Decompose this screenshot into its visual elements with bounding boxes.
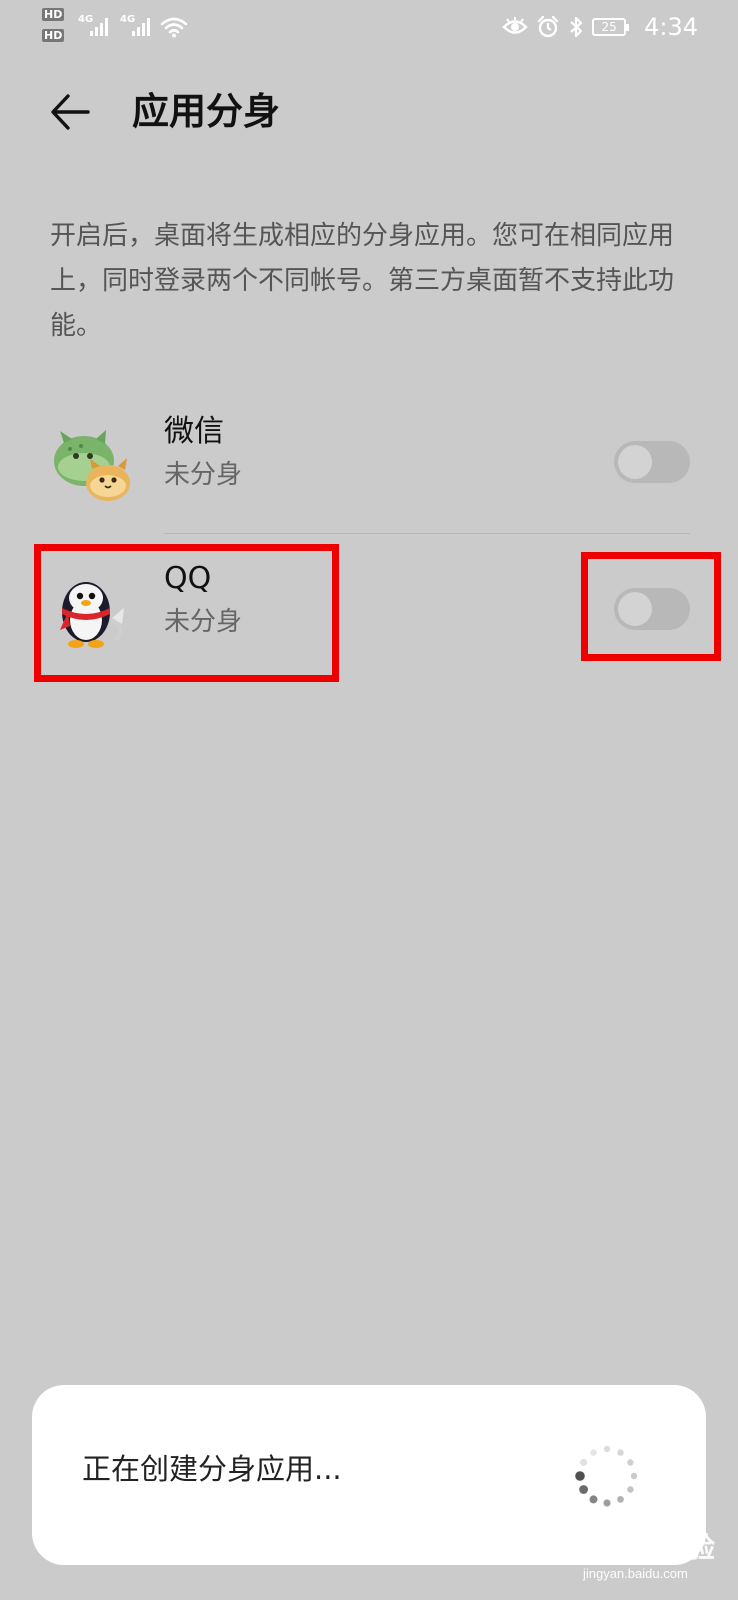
watermark-brand: Bai du xyxy=(555,1522,671,1561)
annotation-box-qq-app xyxy=(34,544,339,682)
eye-comfort-icon xyxy=(502,17,528,34)
status-icons: 25 4:34 xyxy=(502,10,698,44)
alarm-icon xyxy=(537,15,559,38)
status-bar: HD HD 4G 4G 25 4:34 xyxy=(42,8,698,44)
battery-level: 25 xyxy=(601,20,617,34)
annotation-box-qq-toggle xyxy=(581,552,721,661)
watermark-url: jingyan.baidu.com xyxy=(583,1566,688,1581)
wifi-icon xyxy=(160,17,188,38)
page-title: 应用分身 xyxy=(132,90,280,133)
status-time: 4:34 xyxy=(644,13,698,41)
app-name-wechat: 微信 xyxy=(164,414,224,449)
list-divider xyxy=(164,533,690,534)
app-row-wechat: 微信 未分身 xyxy=(0,400,738,540)
feature-description: 开启后，桌面将生成相应的分身应用。您可在相同应用上，同时登录两个不同帐号。第三方… xyxy=(50,221,675,341)
toggle-knob xyxy=(618,445,652,479)
dialog-message: 正在创建分身应用... xyxy=(82,1452,342,1486)
battery-icon: 25 xyxy=(592,18,630,36)
watermark-jingyan: 经验 xyxy=(659,1531,716,1564)
loading-spinner-icon xyxy=(575,1445,638,1507)
page-header: 应用分身 xyxy=(0,70,738,154)
hd-badge-sim1: HD xyxy=(42,8,65,21)
back-arrow-icon[interactable] xyxy=(46,88,94,136)
hd-badge-sim2: HD xyxy=(42,29,65,42)
bluetooth-icon xyxy=(570,16,583,38)
baidu-jingyan-watermark: Bai du 经验 jingyan.baidu.com xyxy=(555,1522,735,1592)
paw-icon xyxy=(605,1522,631,1561)
wechat-clone-toggle[interactable] xyxy=(614,441,690,483)
wechat-app-icon xyxy=(54,430,130,501)
app-status-wechat: 未分身 xyxy=(164,460,243,490)
